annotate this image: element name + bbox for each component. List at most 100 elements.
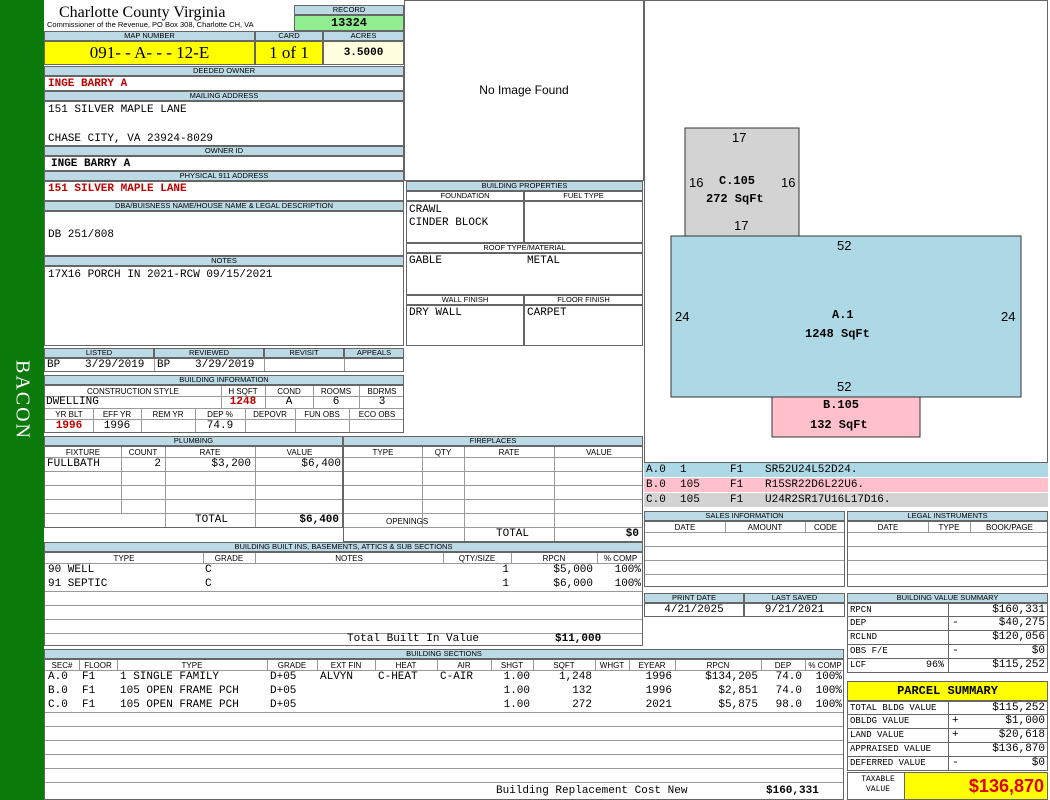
- a-name: A.1: [832, 308, 854, 322]
- c-area: 272 SqFt: [706, 192, 764, 206]
- bi-rpcn-cell: $5,000: [553, 564, 593, 576]
- physical-address-value: 151 SILVER MAPLE LANE: [44, 181, 404, 201]
- effyr-label: EFF YR: [102, 410, 132, 419]
- foundation-1: CRAWL: [409, 204, 443, 216]
- section-air-cell: C-AIR: [440, 671, 474, 683]
- owner-id-value: INGE BARRY A: [44, 156, 404, 171]
- value-summary-value: $160,331: [992, 604, 1045, 616]
- acres-label: ACRES: [323, 31, 404, 41]
- parcel-summary-table: TOTAL BLDG VALUE $115,252 OBLDG VALUE + $1,0…: [847, 701, 1048, 771]
- section-eyear-cell: 2021: [645, 699, 672, 711]
- openings-label: OPENINGS: [386, 517, 429, 526]
- section-sqft-cell: 132: [572, 685, 592, 697]
- section-header-eyear: EYEAR: [638, 661, 666, 670]
- bi-comp-cell: 100%: [614, 578, 641, 590]
- fp-value-header: VALUE: [586, 448, 612, 457]
- parcel-label: LAND VALUE: [850, 730, 905, 740]
- mailing-address: 151 SILVER MAPLE LANE CHASE CITY, VA 239…: [44, 101, 404, 146]
- mailing-line-1: 151 SILVER MAPLE LANE: [48, 104, 187, 116]
- count-header: COUNT: [128, 448, 158, 457]
- section-type-cell: 105 OPEN FRAME PCH: [120, 685, 239, 697]
- section-sqft-cell: 272: [572, 699, 592, 711]
- hsqft-value: 1248: [229, 396, 257, 408]
- building-info-table: CONSTRUCTION STYLE H SQFT COND ROOMS BDR…: [44, 385, 404, 433]
- section-grade-cell: D+05: [270, 699, 297, 711]
- listed-by: BP: [47, 359, 61, 371]
- section-rpcn-cell: $5,875: [718, 699, 758, 711]
- fp-rate-header: RATE: [498, 448, 520, 457]
- dba-value: DB 251/808: [48, 229, 115, 241]
- notes-label: NOTES: [44, 256, 404, 266]
- dba-box: DB 251/808: [44, 211, 404, 256]
- value-summary-value: $115,252: [992, 659, 1045, 671]
- section-header-rpcn: RPCN: [706, 661, 730, 670]
- parcel-label: APPRAISED VALUE: [850, 744, 932, 754]
- parcel-label: OBLDG VALUE: [850, 716, 910, 726]
- value-cell: $6,400: [301, 458, 341, 470]
- bi-type-cell: 91 SEPTIC: [48, 578, 108, 590]
- replacement-label: Building Replacement Cost New: [496, 785, 688, 797]
- parcel-row: APPRAISED VALUE $136,870: [847, 743, 1048, 757]
- fuel-value: [524, 201, 643, 243]
- depovr-label: DEPOVR: [253, 410, 287, 419]
- deeded-owner-label: DEEDED OWNER: [44, 66, 404, 76]
- value-summary-pct: 96%: [925, 660, 944, 671]
- rate-cell: $3,200: [211, 458, 251, 470]
- section-dep-cell: 74.0: [775, 685, 802, 697]
- section-header-sqft: SQFT: [553, 661, 575, 670]
- roof-material: METAL: [527, 255, 561, 267]
- fireplaces-label: FIREPLACES: [343, 436, 643, 446]
- section-row: B.0 F1 105 OPEN FRAME PCH D+05 1.00 132 1996 $2…: [45, 684, 843, 698]
- value-summary-value: $40,275: [998, 617, 1045, 629]
- cond-value: A: [285, 396, 293, 408]
- last-saved-label: LAST SAVED: [744, 593, 845, 603]
- legend-sec: A.0: [646, 464, 666, 476]
- legend-code: 1: [680, 464, 687, 476]
- mailing-line-2: CHASE CITY, VA 23924-8029: [48, 133, 214, 145]
- legend-path: R15SR22D6L22U6.: [765, 479, 865, 491]
- floor-value: CARPET: [524, 305, 643, 346]
- wall-value: DRY WALL: [406, 305, 524, 346]
- fireplaces-table: TYPE QTY RATE VALUE OPENINGS TOTAL $0: [343, 446, 643, 542]
- builtins-total-value: $11,000: [555, 633, 602, 645]
- sketch-legend: A.0 1 F1 SR52U24L52D24. B.0 105 F1 R15SR22D6L22…: [644, 463, 1048, 508]
- legal-table: DATE TYPE BOOK/PAGE: [847, 521, 1048, 587]
- section-floor-cell: F1: [82, 699, 96, 711]
- parcel-sign: +: [952, 729, 959, 741]
- print-date-label: PRINT DATE: [644, 593, 744, 603]
- section-comp-cell: 100%: [815, 685, 842, 697]
- sketch-area: 17 16 16 C.105 272 SqFt 17 52 24 24 A.1 …: [644, 0, 1048, 463]
- builtins-label: BUILDING BUILT INS, BASEMENTS, ATTICS & …: [44, 542, 643, 552]
- roof-label: ROOF TYPE/MATERIAL: [406, 243, 643, 253]
- fixture-cell: FULLBATH: [47, 458, 100, 470]
- legal-date-header: DATE: [877, 523, 899, 532]
- section-header-shgt: SHGT: [500, 661, 524, 670]
- section-type-cell: 105 OPEN FRAME PCH: [120, 699, 239, 711]
- side-label: BACON: [11, 359, 34, 441]
- legal-label: LEGAL INSTRUMENTS: [847, 511, 1048, 521]
- dep-value: 74.9: [206, 420, 234, 432]
- parcel-value-box: - $0: [948, 757, 1047, 770]
- wall-label: WALL FINISH: [406, 295, 524, 305]
- bi-grade-cell: C: [205, 564, 212, 576]
- section-heat-cell: C-HEAT: [378, 671, 418, 683]
- ecoobs-label: ECO OBS: [358, 410, 396, 419]
- value-summary-label: BUILDING VALUE SUMMARY: [847, 593, 1048, 603]
- yrblt-label: YR BLT: [55, 410, 83, 419]
- physical-address-label: PHYSICAL 911 ADDRESS: [44, 171, 404, 181]
- section-extfin-cell: ALVYN: [320, 671, 354, 683]
- roof-box: GABLE METAL: [406, 253, 643, 295]
- card-value: 1 of 1: [255, 41, 323, 65]
- section-eyear-cell: 1996: [645, 671, 672, 683]
- replacement-value: $160,331: [766, 785, 819, 797]
- c-bottom-dim: 17: [734, 218, 749, 233]
- sales-code-header: CODE: [813, 523, 838, 532]
- value-summary-row: OBS F/E - $0: [847, 645, 1048, 659]
- legend-path: SR52U24L52D24.: [765, 464, 858, 476]
- record-value: 13324: [294, 15, 404, 31]
- section-eyear-cell: 1996: [645, 685, 672, 697]
- section-header-comp: % COMP: [808, 661, 842, 670]
- builtin-row: 91 SEPTIC C 1 $6,000 100%: [45, 577, 642, 591]
- section-type-cell: 1 SINGLE FAMILY: [120, 671, 220, 683]
- section-sec-cell: A.0: [48, 671, 68, 683]
